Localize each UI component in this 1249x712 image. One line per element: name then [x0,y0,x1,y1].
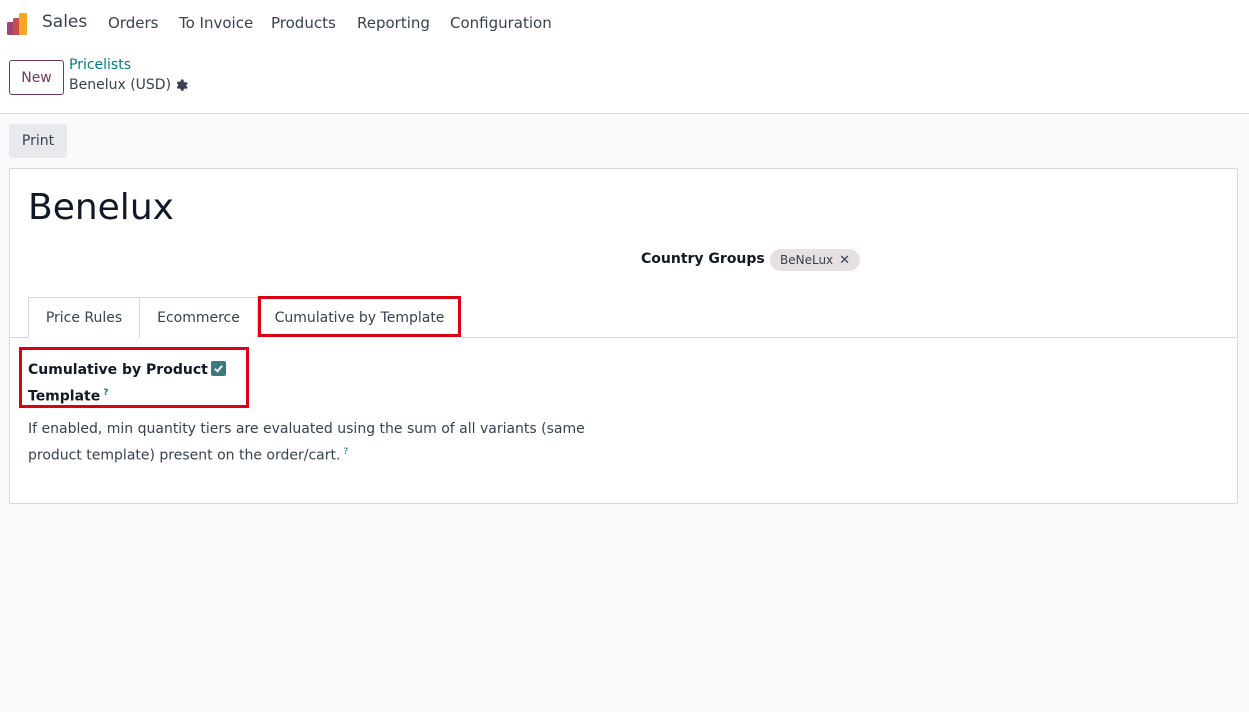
cumulative-field-label: Cumulative by Product Template? [28,359,208,409]
cumulative-checkbox[interactable] [211,361,226,376]
checkmark-icon [214,365,223,373]
menu-to-invoice[interactable]: To Invoice [179,14,253,32]
record-title[interactable]: Benelux [28,187,174,228]
app-name[interactable]: Sales [42,12,87,32]
help-tooltip-icon[interactable]: ? [343,447,348,457]
tab-ecommerce[interactable]: Ecommerce [140,297,258,338]
breadcrumb-current-record: Benelux (USD) [69,77,172,93]
tag-label: BeNeLux [780,253,834,267]
tab-price-rules[interactable]: Price Rules [28,297,140,338]
country-groups-label: Country Groups [641,251,765,267]
top-navbar: Sales Orders To Invoice Products Reporti… [0,0,1249,48]
gear-icon[interactable] [174,78,189,93]
cumulative-label-text: Cumulative by Product Template [28,362,208,405]
form-sheet: Benelux Country Groups BeNeLux ✕ Price R… [9,168,1238,504]
print-button[interactable]: Print [9,124,67,158]
menu-reporting[interactable]: Reporting [357,14,430,32]
close-icon[interactable]: ✕ [839,253,850,268]
breadcrumb-pricelists[interactable]: Pricelists [69,57,131,73]
menu-products[interactable]: Products [271,14,336,32]
description-text: If enabled, min quantity tiers are evalu… [28,421,585,464]
control-panel: New Pricelists Benelux (USD) [0,48,1249,114]
new-button[interactable]: New [9,60,64,95]
tab-cumulative-by-template[interactable]: Cumulative by Template [258,297,461,338]
field-description: If enabled, min quantity tiers are evalu… [28,418,588,468]
country-group-tag[interactable]: BeNeLux ✕ [770,249,861,271]
menu-configuration[interactable]: Configuration [450,14,552,32]
help-tooltip-icon[interactable]: ? [103,388,108,398]
sales-app-icon[interactable] [7,11,33,37]
menu-orders[interactable]: Orders [108,14,158,32]
